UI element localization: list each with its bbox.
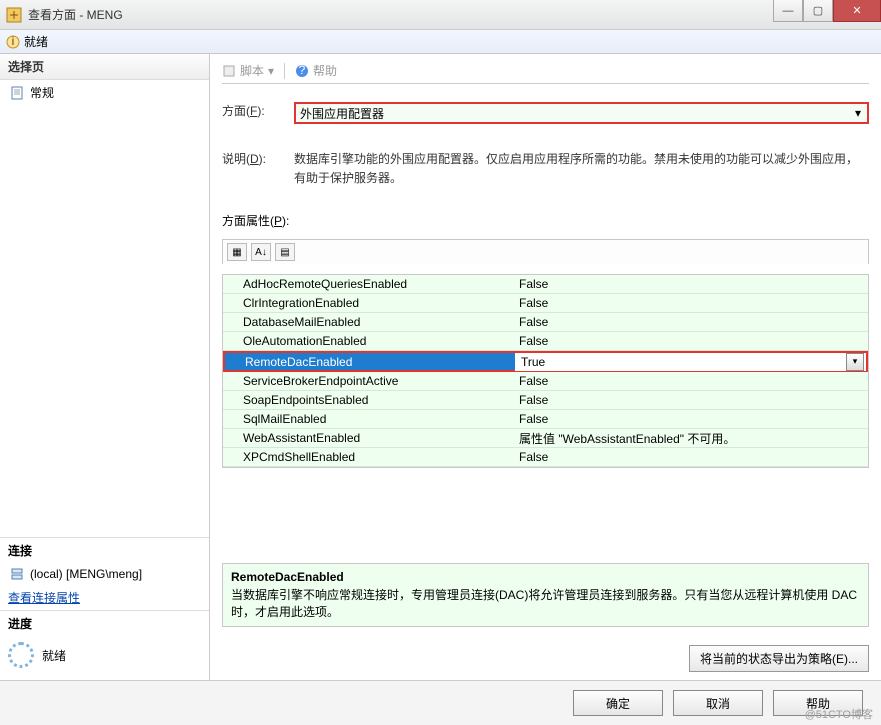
- help-property-name: RemoteDacEnabled: [231, 570, 860, 584]
- property-row[interactable]: DatabaseMailEnabledFalse: [223, 313, 868, 332]
- alphabetical-button[interactable]: A↓: [251, 243, 271, 261]
- property-row[interactable]: ServiceBrokerEndpointActiveFalse: [223, 372, 868, 391]
- watermark: @51CTO博客: [805, 706, 873, 722]
- property-row[interactable]: WebAssistantEnabled属性值 "WebAssistantEnab…: [223, 429, 868, 448]
- toolbar-divider: [284, 63, 285, 79]
- window-title: 查看方面 - MENG: [28, 6, 123, 23]
- property-name: SqlMailEnabled: [223, 412, 513, 426]
- property-row[interactable]: RemoteDacEnabledTrue▾: [223, 351, 868, 372]
- property-value: False: [513, 315, 868, 329]
- property-value: False: [513, 277, 868, 291]
- main-area: 选择页 常规 连接 (local) [MENG\meng] 查看连接属性 进度 …: [0, 54, 881, 680]
- info-icon: i: [6, 35, 20, 49]
- connection-value: (local) [MENG\meng]: [30, 567, 142, 581]
- progress-spinner-icon: [8, 642, 34, 668]
- maximize-button[interactable]: ▢: [803, 0, 833, 22]
- property-row[interactable]: ClrIntegrationEnabledFalse: [223, 294, 868, 313]
- svg-text:i: i: [12, 35, 15, 48]
- property-row[interactable]: OleAutomationEnabledFalse: [223, 332, 868, 351]
- dialog-buttons: 确定 取消 帮助: [0, 680, 881, 725]
- sidebar-item-general[interactable]: 常规: [0, 80, 209, 105]
- help-toolbar-button[interactable]: ? 帮助: [295, 62, 337, 79]
- categorized-button[interactable]: ▦: [227, 243, 247, 261]
- script-icon: [222, 64, 236, 78]
- minimize-button[interactable]: —: [773, 0, 803, 22]
- chevron-down-icon: ▾: [849, 106, 867, 120]
- svg-text:?: ?: [299, 64, 306, 77]
- property-value: False: [513, 296, 868, 310]
- help-icon: ?: [295, 64, 309, 78]
- property-row[interactable]: SoapEndpointsEnabledFalse: [223, 391, 868, 410]
- description-text: 数据库引擎功能的外围应用配置器。仅应启用应用程序所需的功能。禁用未使用的功能可以…: [294, 150, 869, 188]
- progress-header: 进度: [0, 610, 209, 636]
- ok-button[interactable]: 确定: [573, 690, 663, 716]
- select-page-header: 选择页: [0, 54, 209, 80]
- description-row: 说明(D): 数据库引擎功能的外围应用配置器。仅应启用应用程序所需的功能。禁用未…: [222, 150, 869, 188]
- property-name: ClrIntegrationEnabled: [223, 296, 513, 310]
- facet-select[interactable]: 外围应用配置器 ▾: [294, 102, 869, 124]
- window-titlebar: 查看方面 - MENG — ▢ ✕: [0, 0, 881, 30]
- server-icon: [10, 567, 24, 581]
- property-value: False: [513, 334, 868, 348]
- statusbar: i 就绪: [0, 30, 881, 54]
- right-panel: 脚本 ▾ ? 帮助 方面(F): 外围应用配置器 ▾ 说明(D): 数据库引擎功…: [210, 54, 881, 680]
- property-value: False: [513, 450, 868, 464]
- help-property-description: 当数据库引擎不响应常规连接时，专用管理员连接(DAC)将允许管理员连接到服务器。…: [231, 586, 860, 620]
- property-name: RemoteDacEnabled: [225, 355, 515, 369]
- connection-header: 连接: [0, 537, 209, 563]
- facet-select-value: 外围应用配置器: [300, 105, 384, 122]
- property-pages-button[interactable]: ▤: [275, 243, 295, 261]
- property-value[interactable]: True▾: [515, 353, 866, 371]
- property-value: False: [513, 393, 868, 407]
- sidebar-item-label: 常规: [30, 84, 54, 101]
- statusbar-text: 就绪: [24, 33, 48, 50]
- property-value: 属性值 "WebAssistantEnabled" 不可用。: [513, 430, 868, 447]
- property-name: ServiceBrokerEndpointActive: [223, 374, 513, 388]
- script-button[interactable]: 脚本 ▾: [222, 62, 274, 79]
- progress-text: 就绪: [42, 647, 66, 664]
- page-icon: [10, 86, 24, 100]
- connection-info: (local) [MENG\meng]: [0, 563, 209, 585]
- app-icon: [6, 7, 22, 23]
- window-controls: — ▢ ✕: [773, 0, 881, 22]
- view-connection-properties-link[interactable]: 查看连接属性: [0, 585, 209, 610]
- progress-status: 就绪: [0, 636, 209, 680]
- description-label: 说明(D):: [222, 150, 282, 167]
- property-name: OleAutomationEnabled: [223, 334, 513, 348]
- property-row[interactable]: SqlMailEnabledFalse: [223, 410, 868, 429]
- property-name: SoapEndpointsEnabled: [223, 393, 513, 407]
- properties-grid[interactable]: AdHocRemoteQueriesEnabledFalseClrIntegra…: [222, 274, 869, 468]
- cancel-button[interactable]: 取消: [673, 690, 763, 716]
- chevron-down-icon[interactable]: ▾: [846, 353, 864, 371]
- property-row[interactable]: AdHocRemoteQueriesEnabledFalse: [223, 275, 868, 294]
- facet-label: 方面(F):: [222, 102, 282, 119]
- property-name: AdHocRemoteQueriesEnabled: [223, 277, 513, 291]
- property-row[interactable]: XPCmdShellEnabledFalse: [223, 448, 868, 467]
- property-help-panel: RemoteDacEnabled 当数据库引擎不响应常规连接时，专用管理员连接(…: [222, 563, 869, 627]
- close-button[interactable]: ✕: [833, 0, 881, 22]
- facet-row: 方面(F): 外围应用配置器 ▾: [222, 102, 869, 124]
- export-row: 将当前的状态导出为策略(E)...: [222, 645, 869, 672]
- property-name: XPCmdShellEnabled: [223, 450, 513, 464]
- content-toolbar: 脚本 ▾ ? 帮助: [222, 62, 869, 84]
- properties-toolbar: ▦ A↓ ▤: [222, 239, 869, 264]
- property-name: WebAssistantEnabled: [223, 431, 513, 445]
- export-policy-button[interactable]: 将当前的状态导出为策略(E)...: [689, 645, 869, 672]
- properties-label: 方面属性(P):: [222, 212, 869, 229]
- left-panel: 选择页 常规 连接 (local) [MENG\meng] 查看连接属性 进度 …: [0, 54, 210, 680]
- property-value: False: [513, 412, 868, 426]
- property-name: DatabaseMailEnabled: [223, 315, 513, 329]
- property-value: False: [513, 374, 868, 388]
